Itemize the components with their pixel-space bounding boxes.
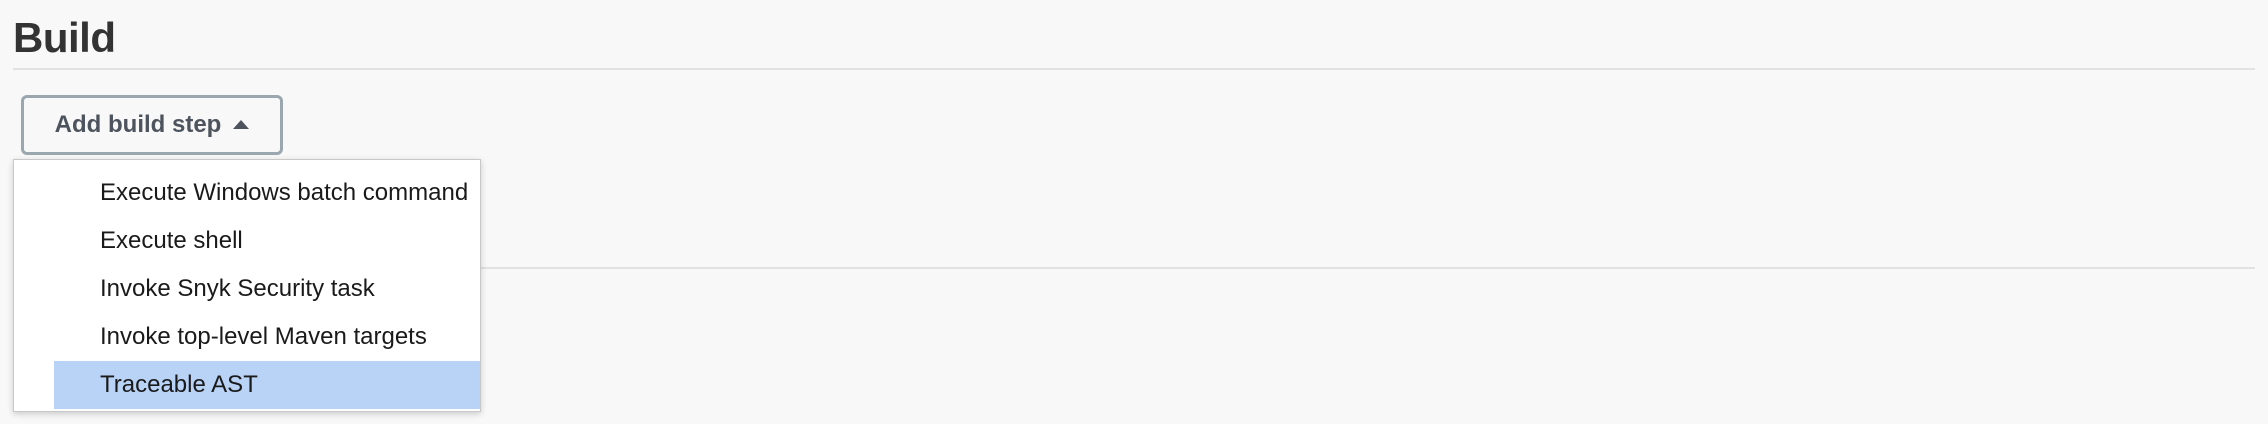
menu-item-execute-shell[interactable]: Execute shell [54,217,480,265]
add-build-step-button[interactable]: Add build step [21,95,283,155]
section-title: Build [13,14,116,61]
caret-up-icon [233,119,250,129]
menu-item-traceable-ast[interactable]: Traceable AST [54,361,480,409]
menu-item-invoke-snyk[interactable]: Invoke Snyk Security task [54,265,480,313]
menu-item-execute-windows-batch[interactable]: Execute Windows batch command [54,169,480,217]
title-divider [13,68,2255,70]
add-build-step-label: Add build step [54,111,222,138]
build-section: Build Add build step Execute Windows bat… [0,0,2268,424]
menu-item-invoke-maven[interactable]: Invoke top-level Maven targets [54,313,480,361]
build-step-menu: Execute Windows batch command Execute sh… [13,159,481,412]
